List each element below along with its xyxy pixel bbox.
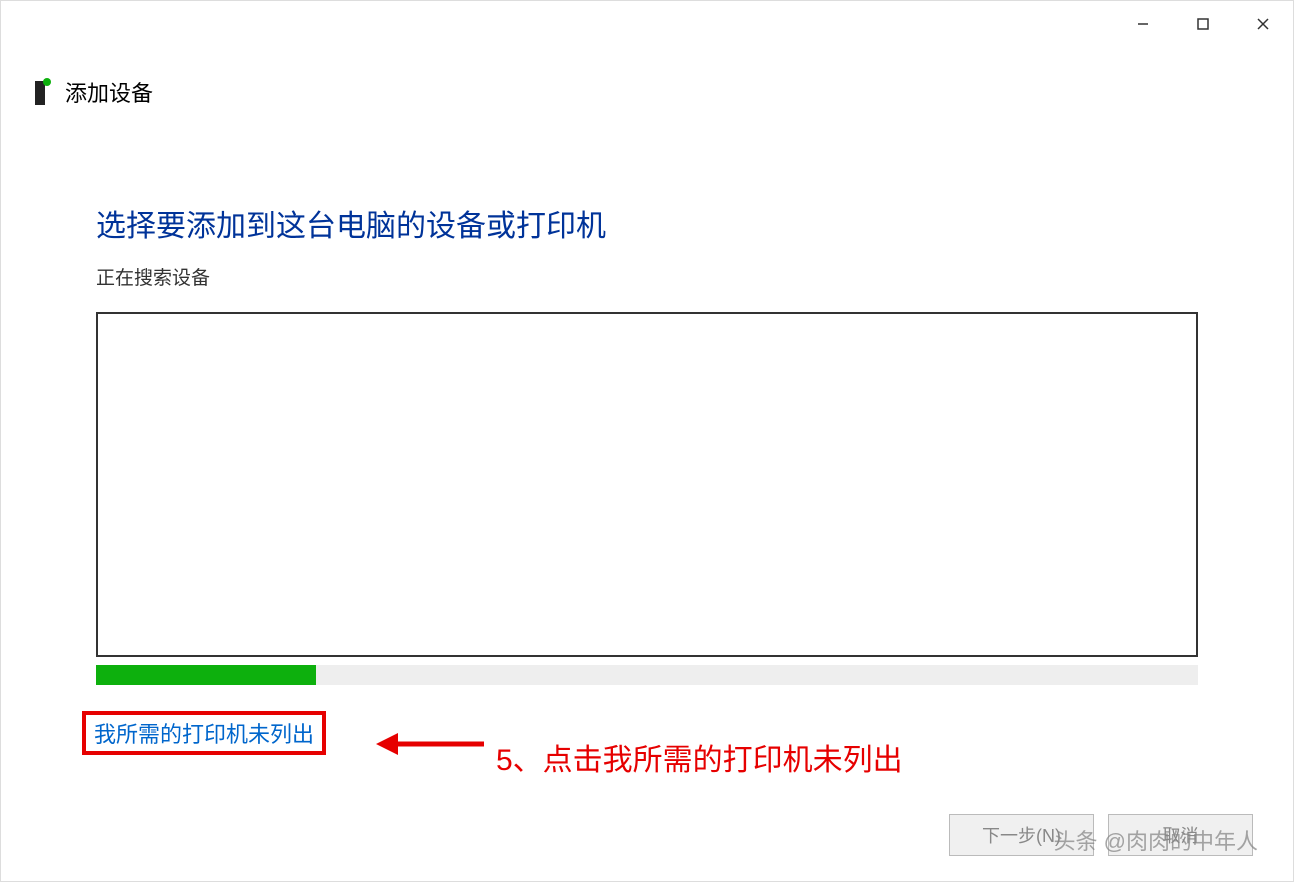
close-button[interactable] bbox=[1233, 1, 1293, 46]
printer-not-listed-link[interactable]: 我所需的打印机未列出 bbox=[94, 722, 314, 747]
printer-not-listed-highlight: 我所需的打印机未列出 bbox=[82, 711, 326, 755]
content-area: 选择要添加到这台电脑的设备或打印机 正在搜索设备 bbox=[96, 201, 1198, 685]
window-titlebar bbox=[1113, 1, 1293, 46]
maximize-icon bbox=[1196, 17, 1210, 31]
device-list-box[interactable] bbox=[96, 312, 1198, 657]
add-device-window: 添加设备 选择要添加到这台电脑的设备或打印机 正在搜索设备 我所需的打印机未列出… bbox=[0, 0, 1294, 882]
annotation-text: 5、点击我所需的打印机未列出 bbox=[496, 735, 903, 779]
device-icon bbox=[31, 77, 53, 107]
annotation-arrow-icon bbox=[376, 729, 486, 759]
progress-fill bbox=[96, 665, 316, 685]
dialog-title: 添加设备 bbox=[65, 76, 153, 108]
minimize-button[interactable] bbox=[1113, 1, 1173, 46]
dialog-header: 添加设备 bbox=[31, 76, 153, 108]
search-status: 正在搜索设备 bbox=[96, 263, 1198, 290]
close-icon bbox=[1256, 17, 1270, 31]
main-heading: 选择要添加到这台电脑的设备或打印机 bbox=[96, 201, 1198, 245]
minimize-icon bbox=[1136, 17, 1150, 31]
maximize-button[interactable] bbox=[1173, 1, 1233, 46]
watermark-text: 头条 @肉肉的中年人 bbox=[1054, 824, 1258, 856]
progress-bar bbox=[96, 665, 1198, 685]
